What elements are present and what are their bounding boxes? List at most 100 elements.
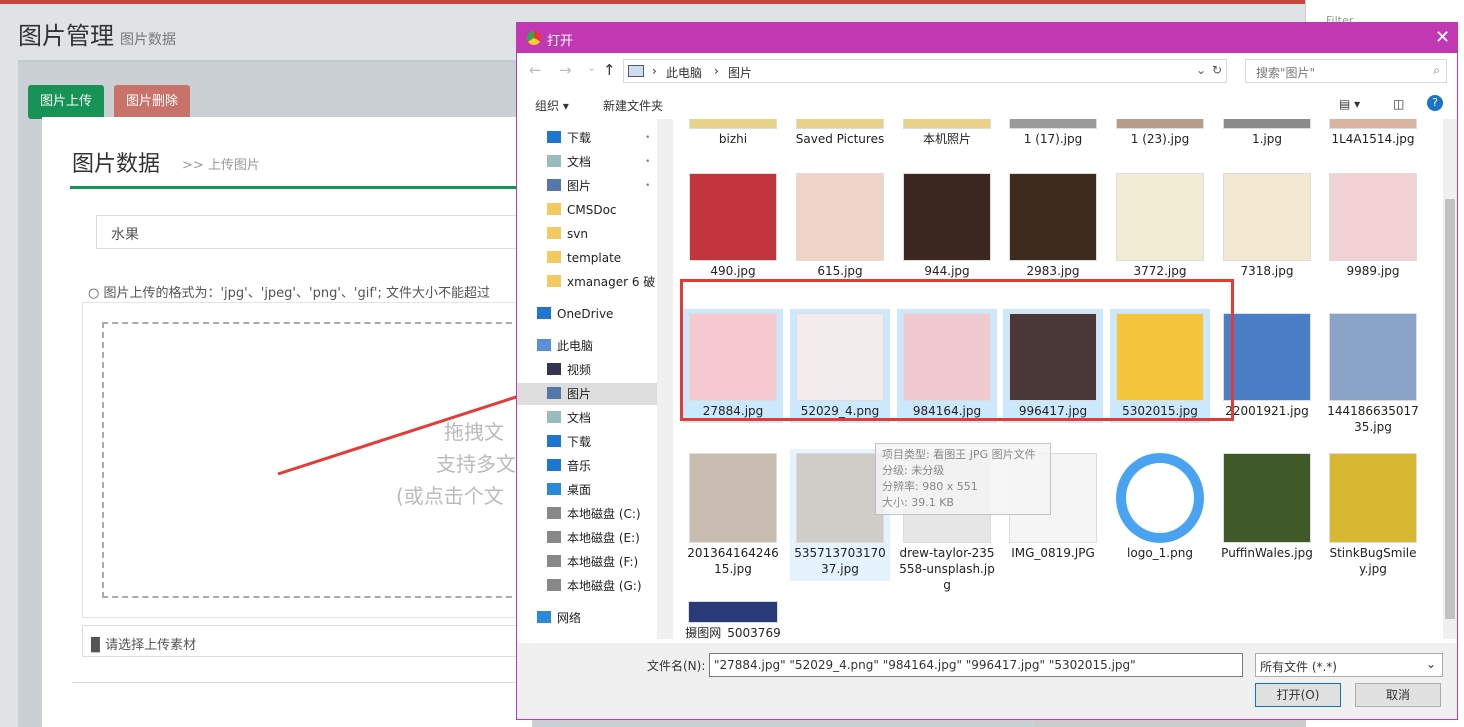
nav-item-2[interactable]: 图片 • [547, 175, 650, 197]
breadcrumb-pc[interactable]: 此电脑 [666, 64, 702, 81]
file-item[interactable]: 1 (17).jpg [1003, 119, 1103, 151]
refresh-icon[interactable]: ↻ [1212, 63, 1222, 77]
file-thumbnail [1329, 313, 1417, 401]
file-list-scrollbar[interactable] [1443, 119, 1457, 639]
scroll-thumb[interactable] [1445, 199, 1455, 619]
monitor-icon [628, 65, 644, 77]
nav-item-12[interactable]: 下载 [547, 431, 591, 453]
file-open-dialog: 打开 ✕ ← → ⌄ ↑ › 此电脑 › 图片 ⌄ ↻ 搜索"图片" ⌕ 组织 ▾… [516, 22, 1458, 720]
search-placeholder: 搜索"图片" [1256, 66, 1316, 80]
nav-item-17[interactable]: 本地磁盘 (F:) [547, 551, 638, 573]
nav-item-5[interactable]: template [547, 247, 621, 269]
breadcrumb-pictures[interactable]: 图片 [728, 64, 752, 81]
file-item[interactable]: 20136416424615.jpg [683, 449, 783, 581]
preview-pane-icon[interactable]: ◫ [1393, 97, 1404, 111]
view-mode-icon[interactable]: ▤ ▾ [1339, 97, 1360, 111]
filetype-select[interactable]: 所有文件 (*.*) ⌄ [1255, 653, 1443, 677]
file-item[interactable]: 1 (23).jpg [1110, 119, 1210, 151]
category-select[interactable]: 水果 [96, 215, 526, 249]
nav-item-label: OneDrive [557, 307, 614, 321]
nav-item-14[interactable]: 桌面 [547, 479, 591, 501]
nav-item-label: 本地磁盘 (G:) [567, 579, 642, 593]
file-item[interactable]: 14418663501735.jpg [1323, 309, 1423, 439]
close-icon[interactable]: ✕ [1435, 27, 1450, 48]
recent-chevron-icon[interactable]: ⌄ [587, 61, 596, 74]
file-item[interactable]: Saved Pictures [790, 119, 890, 151]
dialog-titlebar: 打开 ✕ [517, 23, 1457, 53]
nav-item-6[interactable]: xmanager 6 破 [547, 271, 655, 293]
file-item[interactable]: 1L4A1514.jpg [1323, 119, 1423, 151]
document-icon [547, 155, 561, 167]
file-name: 53571370317037.jpg [794, 546, 886, 576]
nav-item-0[interactable]: 下载 • [547, 127, 650, 149]
tooltip-size: 大小: 39.1 KB [882, 496, 954, 509]
filename-input[interactable]: "27884.jpg" "52029_4.png" "984164.jpg" "… [709, 653, 1243, 677]
cancel-button[interactable]: 取消 [1355, 683, 1441, 707]
dialog-title: 打开 [547, 34, 574, 49]
file-item[interactable]: 944.jpg [897, 169, 997, 283]
address-bar[interactable]: › 此电脑 › 图片 ⌄ ↻ [623, 59, 1227, 83]
file-item[interactable]: logo_1.png [1110, 449, 1210, 565]
nav-scrollbar[interactable] [657, 119, 673, 639]
file-item[interactable]: PuffinWales.jpg [1217, 449, 1317, 565]
help-icon[interactable]: ? [1427, 95, 1443, 111]
filename-label: 文件名(N): [647, 659, 706, 673]
file-item[interactable]: 本机照片 [897, 119, 997, 151]
file-thumbnail [796, 173, 884, 261]
modal-title-underline [70, 186, 520, 189]
music-icon [547, 459, 561, 471]
filetype-value: 所有文件 (*.*) [1260, 660, 1337, 674]
nav-item-label: 桌面 [567, 483, 592, 497]
file-item[interactable]: 615.jpg [790, 169, 890, 283]
file-item[interactable]: 490.jpg [683, 169, 783, 283]
folder-icon [547, 275, 561, 287]
file-name: 1 (17).jpg [1023, 132, 1083, 146]
organize-menu[interactable]: 组织 ▾ [535, 97, 569, 114]
search-input[interactable]: 搜索"图片" ⌕ [1245, 59, 1447, 83]
file-name: 1 (23).jpg [1130, 132, 1190, 146]
file-name: Saved Pictures [795, 132, 885, 146]
nav-item-8[interactable]: 此电脑 [537, 335, 593, 357]
nav-item-18[interactable]: 本地磁盘 (G:) [547, 575, 642, 597]
file-item[interactable]: 3772.jpg [1110, 169, 1210, 283]
file-name: IMG_0819.JPG [1011, 546, 1095, 560]
nav-item-7[interactable]: OneDrive [537, 303, 613, 325]
file-name: 1.jpg [1251, 132, 1283, 146]
file-item[interactable]: 2983.jpg [1003, 169, 1103, 283]
tooltip-rating: 分级: 未分级 [882, 464, 945, 477]
file-item[interactable]: 9989.jpg [1323, 169, 1423, 283]
nav-item-15[interactable]: 本地磁盘 (C:) [547, 503, 641, 525]
file-item[interactable]: 7318.jpg [1217, 169, 1317, 283]
upload-image-button[interactable]: 图片上传 [28, 85, 105, 119]
file-item[interactable]: bizhi [683, 119, 783, 151]
nav-item-13[interactable]: 音乐 [547, 455, 591, 477]
pictures-icon [547, 387, 561, 399]
nav-item-16[interactable]: 本地磁盘 (E:) [547, 527, 640, 549]
nav-item-3[interactable]: CMSDoc [547, 199, 617, 221]
back-arrow-icon[interactable]: ← [529, 61, 542, 79]
address-dropdown-icon[interactable]: ⌄ [1196, 63, 1206, 77]
nav-item-19[interactable]: 网络 [537, 607, 581, 629]
nav-item-4[interactable]: svn [547, 223, 588, 245]
search-icon: ⌕ [1433, 63, 1440, 77]
nav-item-9[interactable]: 视频 [547, 359, 591, 381]
nav-item-label: 视频 [567, 363, 592, 377]
tooltip-type: 项目类型: 看图王 JPG 图片文件 [882, 448, 1036, 461]
file-name: bizhi [718, 132, 748, 146]
file-item[interactable]: StinkBugSmiley.jpg [1323, 449, 1423, 581]
file-item[interactable]: 1.jpg [1217, 119, 1317, 151]
file-thumbnail [903, 119, 991, 129]
choose-file-field[interactable]: ▉ 请选择上传素材 [82, 625, 522, 657]
nav-item-11[interactable]: 文档 [547, 407, 591, 429]
delete-image-button[interactable]: 图片删除 [114, 85, 191, 119]
nav-item-10[interactable]: 图片 [517, 383, 657, 405]
new-folder-button[interactable]: 新建文件夹 [603, 97, 663, 114]
up-arrow-icon[interactable]: ↑ [603, 61, 616, 79]
file-name: logo_1.png [1127, 546, 1193, 560]
forward-arrow-icon[interactable]: → [559, 61, 572, 79]
folder-icon [547, 227, 561, 239]
nav-item-1[interactable]: 文档 • [547, 151, 650, 173]
file-item[interactable]: 摄图网_500376974.jpg [683, 597, 783, 639]
open-button[interactable]: 打开(O) [1255, 683, 1341, 707]
pin-icon: • [645, 157, 651, 167]
